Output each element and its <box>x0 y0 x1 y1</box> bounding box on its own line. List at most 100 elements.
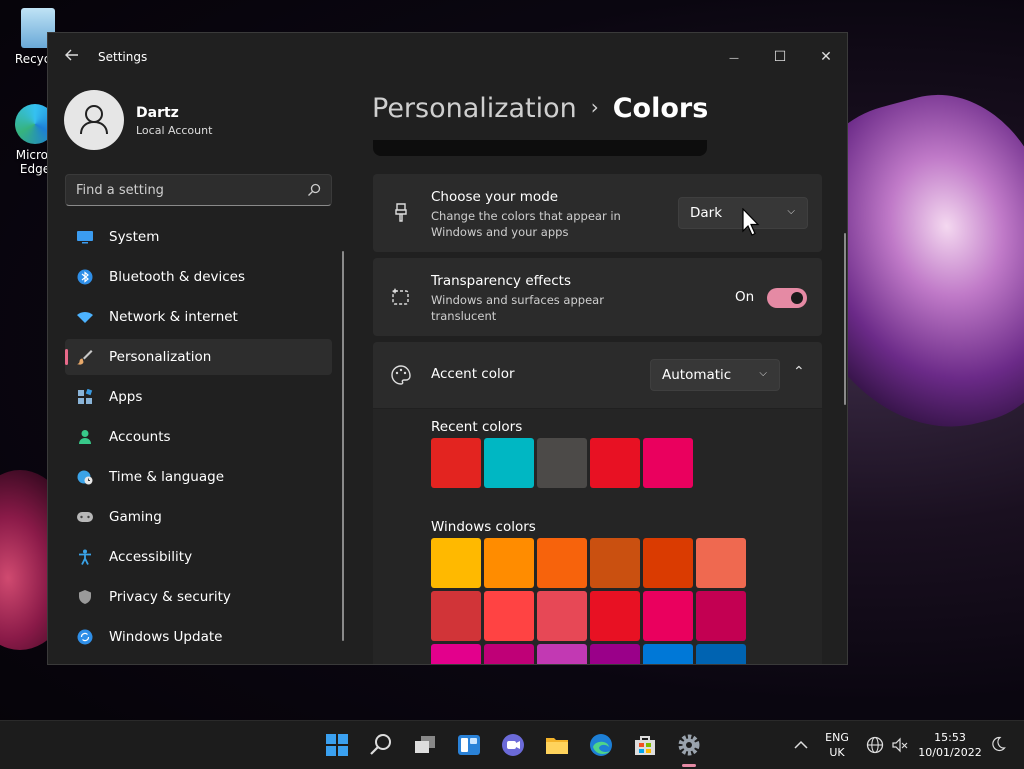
sidebar-item-accounts[interactable]: Accounts <box>65 419 332 455</box>
widgets-icon[interactable] <box>457 733 481 757</box>
windows-color-swatch[interactable] <box>431 644 481 664</box>
chevron-up-icon[interactable]: ⌃ <box>793 364 805 380</box>
search-placeholder: Find a setting <box>76 183 164 198</box>
minimize-button[interactable]: — <box>711 41 757 73</box>
recent-color-swatch[interactable] <box>431 438 481 488</box>
paint-bucket-icon <box>395 203 407 222</box>
transparency-icon <box>392 288 409 305</box>
accent-card[interactable]: Accent color Automatic ⌵ ⌃ <box>373 342 822 408</box>
windows-color-swatch[interactable] <box>537 644 587 664</box>
search-icon[interactable] <box>369 733 393 757</box>
accent-title: Accent color <box>431 366 515 382</box>
windows-color-swatch[interactable] <box>484 591 534 641</box>
close-icon: ✕ <box>820 49 832 65</box>
transparency-state: On <box>735 289 755 305</box>
active-app-indicator <box>682 764 696 767</box>
sidebar-item-system[interactable]: System <box>65 219 332 255</box>
windows-colors-row <box>431 538 746 588</box>
store-icon[interactable] <box>633 733 657 757</box>
settings-icon[interactable] <box>677 733 701 757</box>
person-icon <box>80 105 108 135</box>
windows-colors-row <box>431 644 746 664</box>
sidebar-item-bluetooth[interactable]: Bluetooth & devices <box>65 259 332 295</box>
windows-color-swatch[interactable] <box>537 591 587 641</box>
windows-color-swatch[interactable] <box>590 644 640 664</box>
volume-muted-icon[interactable] <box>891 736 909 754</box>
windows-color-swatch[interactable] <box>431 538 481 588</box>
windows-color-swatch[interactable] <box>696 591 746 641</box>
sidebar-item-network[interactable]: Network & internet <box>65 299 332 335</box>
accent-value: Automatic <box>662 367 732 383</box>
sidebar-item-label: Privacy & security <box>109 589 231 605</box>
sidebar-scrollbar[interactable] <box>342 251 344 641</box>
chevron-up-icon[interactable] <box>793 737 809 753</box>
task-view-icon[interactable] <box>413 733 437 757</box>
globe-clock-icon <box>76 468 94 486</box>
language-indicator[interactable]: ENG UK <box>820 730 854 760</box>
edge-icon[interactable] <box>589 733 613 757</box>
gamepad-icon <box>76 508 94 526</box>
recent-color-swatch[interactable] <box>484 438 534 488</box>
windows-color-swatch[interactable] <box>590 538 640 588</box>
sidebar-item-personalization[interactable]: Personalization <box>65 339 332 375</box>
recent-color-swatch[interactable] <box>590 438 640 488</box>
profile-name: Dartz <box>136 105 179 121</box>
sidebar-item-gaming[interactable]: Gaming <box>65 499 332 535</box>
clock[interactable]: 15:53 10/01/2022 <box>915 730 985 760</box>
windows-color-swatch[interactable] <box>643 644 693 664</box>
start-icon[interactable] <box>325 733 349 757</box>
chat-icon[interactable] <box>501 733 525 757</box>
accent-dropdown[interactable]: Automatic ⌵ <box>650 359 780 391</box>
windows-color-swatch[interactable] <box>537 538 587 588</box>
sidebar-item-accessibility[interactable]: Accessibility <box>65 539 332 575</box>
sidebar-item-privacy[interactable]: Privacy & security <box>65 579 332 615</box>
maximize-button[interactable]: ☐ <box>757 41 803 73</box>
sidebar-item-apps[interactable]: Apps <box>65 379 332 415</box>
focus-assist-moon-icon[interactable] <box>990 736 1006 752</box>
person-icon <box>76 428 94 446</box>
windows-color-swatch[interactable] <box>484 644 534 664</box>
shield-icon <box>76 588 94 606</box>
file-explorer-icon[interactable] <box>545 733 569 757</box>
monitor-icon <box>76 228 94 246</box>
language-region: UK <box>829 746 845 759</box>
close-button[interactable]: ✕ <box>803 41 847 73</box>
breadcrumb-separator: › <box>590 95 599 119</box>
mode-description: Change the colors that appear in Windows… <box>431 209 621 239</box>
windows-color-swatch[interactable] <box>643 591 693 641</box>
minimize-icon: — <box>729 53 739 64</box>
sidebar-item-time-language[interactable]: Time & language <box>65 459 332 495</box>
profile-account-type: Local Account <box>136 124 213 137</box>
transparency-card: Transparency effects Windows and surface… <box>373 258 822 336</box>
search-icon[interactable] <box>307 183 321 197</box>
clock-date: 10/01/2022 <box>918 746 982 759</box>
sidebar-item-label: Bluetooth & devices <box>109 269 246 285</box>
sidebar-item-label: System <box>109 229 160 245</box>
network-globe-icon[interactable] <box>866 736 884 754</box>
title-bar[interactable]: Settings — ☐ ✕ <box>48 33 847 81</box>
back-arrow-icon <box>65 49 78 61</box>
chevron-down-icon: ⌵ <box>759 368 767 379</box>
breadcrumb-parent[interactable]: Personalization <box>372 93 577 124</box>
transparency-toggle[interactable] <box>767 288 807 308</box>
windows-color-swatch[interactable] <box>484 538 534 588</box>
windows-color-swatch[interactable] <box>643 538 693 588</box>
recent-color-swatch[interactable] <box>537 438 587 488</box>
breadcrumb: Personalization › Colors <box>372 93 708 124</box>
main-scrollbar[interactable] <box>844 233 846 405</box>
windows-color-swatch[interactable] <box>696 644 746 664</box>
windows-color-swatch[interactable] <box>696 538 746 588</box>
accessibility-icon <box>76 548 94 566</box>
apps-icon <box>76 388 94 406</box>
windows-colors-label: Windows colors <box>431 519 536 535</box>
windows-color-swatch[interactable] <box>590 591 640 641</box>
avatar[interactable] <box>64 90 124 150</box>
windows-color-swatch[interactable] <box>431 591 481 641</box>
bluetooth-icon <box>76 268 94 286</box>
sidebar-item-windows-update[interactable]: Windows Update <box>65 619 332 655</box>
back-button[interactable] <box>62 47 82 67</box>
theme-preview <box>373 140 707 156</box>
search-input[interactable]: Find a setting <box>65 174 332 206</box>
recent-color-swatch[interactable] <box>643 438 693 488</box>
wifi-icon <box>76 308 94 326</box>
